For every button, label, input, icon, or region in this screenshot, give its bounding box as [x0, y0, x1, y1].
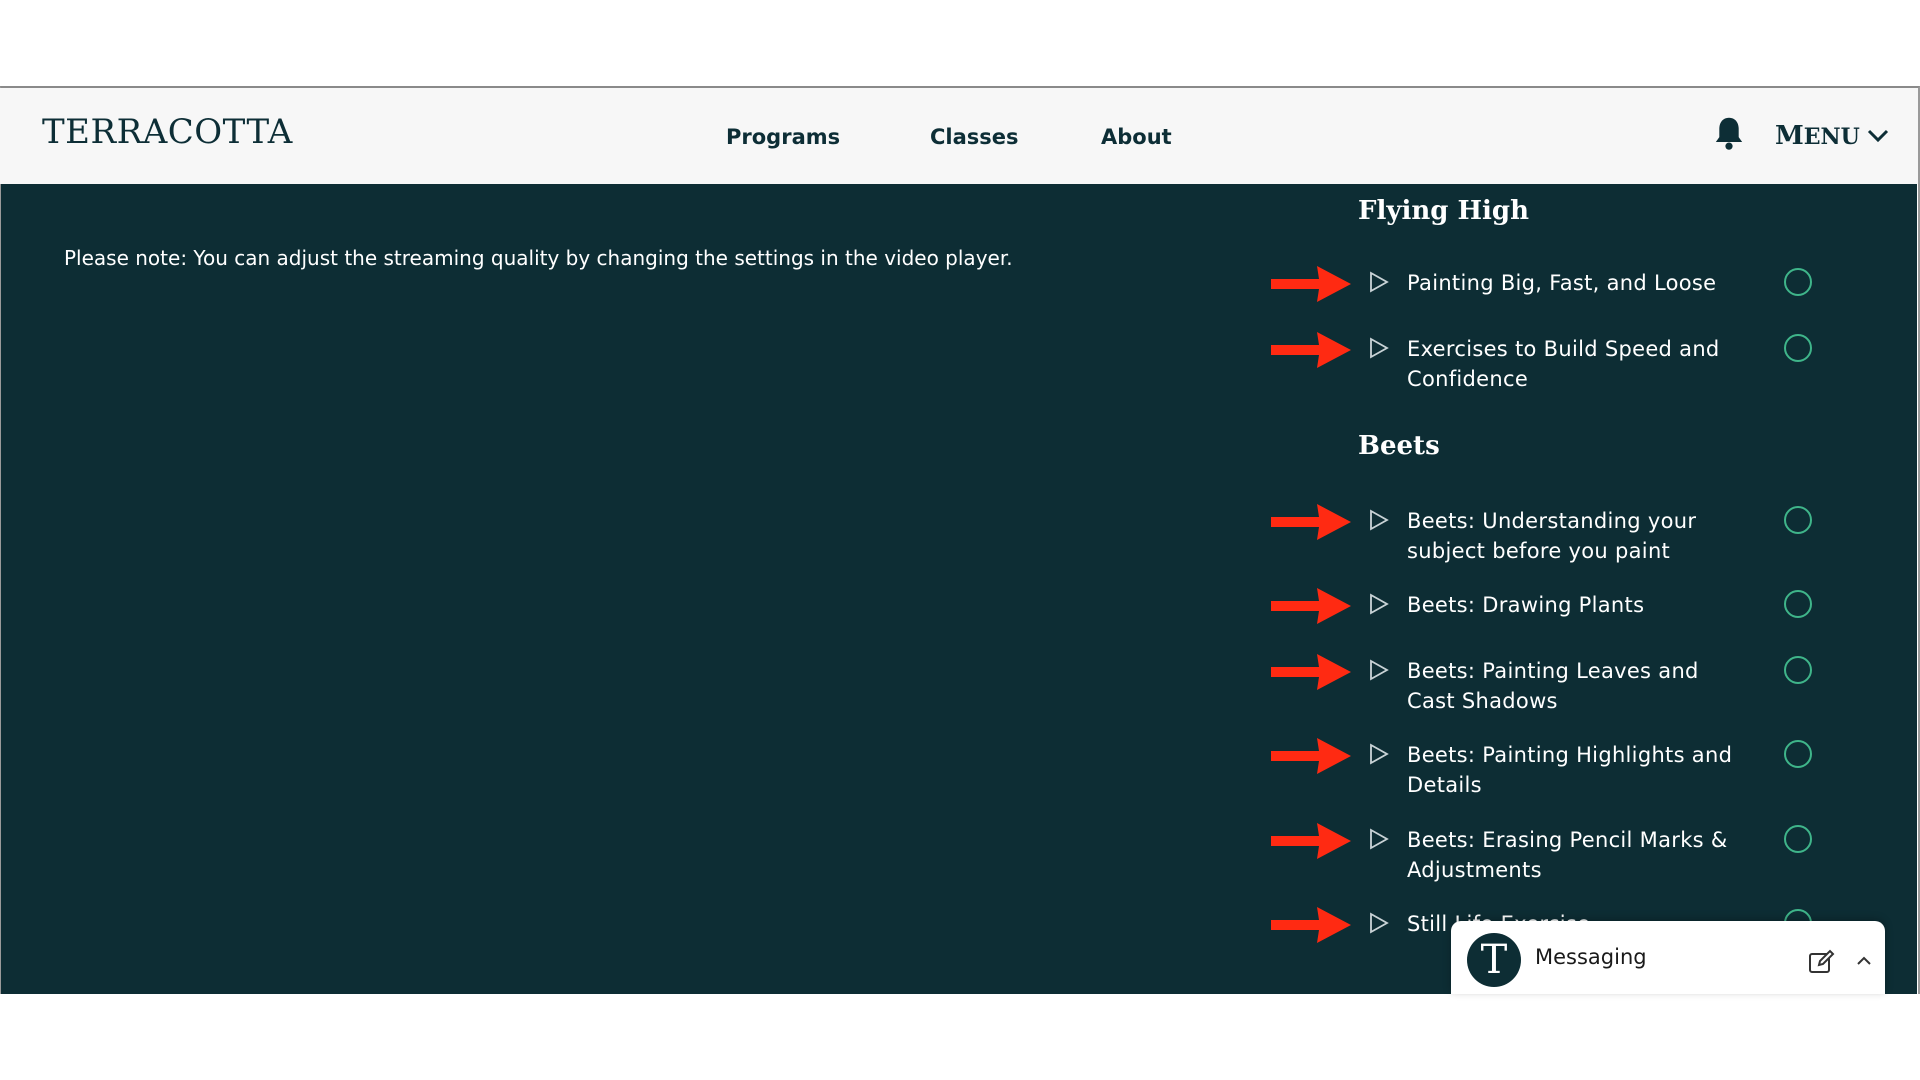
section-title: Beets [1358, 431, 1440, 461]
lesson-title-line: Details [1407, 773, 1482, 797]
play-icon[interactable] [1368, 508, 1390, 532]
red-arrow-icon [1271, 504, 1351, 540]
lesson-title[interactable]: Exercises to Build Speed and Confidence [1407, 334, 1737, 394]
red-arrow-icon [1271, 654, 1351, 690]
site-logo[interactable]: TERRACOTTA [42, 112, 293, 152]
lesson-title[interactable]: Beets: Painting Leaves and Cast Shadows [1407, 656, 1737, 716]
compose-icon[interactable] [1808, 949, 1836, 975]
lesson-title-line: Beets: Painting Highlights and [1407, 743, 1733, 767]
play-icon[interactable] [1368, 911, 1390, 935]
top-navigation-bar: TERRACOTTA Programs Classes About MENU [0, 88, 1918, 184]
lesson-title[interactable]: Beets: Drawing Plants [1407, 590, 1737, 620]
red-arrow-icon [1271, 332, 1351, 368]
red-arrow-icon [1271, 907, 1351, 943]
menu-button[interactable]: MENU [1775, 121, 1890, 151]
lesson-content-area: Please note: You can adjust the streamin… [1, 184, 1917, 994]
chevron-down-icon [1867, 129, 1888, 143]
red-arrow-icon [1271, 823, 1351, 859]
lesson-title-line: Painting Big, Fast, and Loose [1407, 271, 1717, 295]
avatar: T [1467, 933, 1521, 987]
section-title: Flying High [1358, 196, 1529, 226]
lesson-title-line: Beets: Drawing Plants [1407, 593, 1645, 617]
menu-label: MENU [1775, 121, 1860, 151]
nav-about[interactable]: About [1101, 125, 1172, 149]
completion-circle[interactable] [1784, 740, 1812, 768]
bell-icon[interactable] [1712, 115, 1746, 151]
play-icon[interactable] [1368, 270, 1390, 294]
play-icon[interactable] [1368, 742, 1390, 766]
messaging-label: Messaging [1535, 945, 1647, 969]
chevron-up-icon[interactable] [1855, 953, 1873, 967]
play-icon[interactable] [1368, 827, 1390, 851]
messaging-widget[interactable]: T Messaging [1451, 921, 1885, 994]
completion-circle[interactable] [1784, 656, 1812, 684]
lesson-title-line: Beets: Erasing Pencil Marks & [1407, 828, 1728, 852]
completion-circle[interactable] [1784, 590, 1812, 618]
play-icon[interactable] [1368, 592, 1390, 616]
nav-classes[interactable]: Classes [930, 125, 1019, 149]
completion-circle[interactable] [1784, 334, 1812, 362]
lesson-title-line: Exercises to Build Speed and [1407, 337, 1720, 361]
red-arrow-icon [1271, 588, 1351, 624]
lesson-title-line: Beets: Painting Leaves and [1407, 659, 1699, 683]
lesson-title-line: Cast Shadows [1407, 689, 1558, 713]
red-arrow-icon [1271, 738, 1351, 774]
lesson-title-line: Beets: Understanding your [1407, 509, 1697, 533]
lesson-title[interactable]: Beets: Painting Highlights and Details [1407, 740, 1737, 800]
play-icon[interactable] [1368, 658, 1390, 682]
completion-circle[interactable] [1784, 825, 1812, 853]
red-arrow-icon [1271, 266, 1351, 302]
lesson-title[interactable]: Painting Big, Fast, and Loose [1407, 268, 1737, 298]
lesson-title[interactable]: Beets: Erasing Pencil Marks & Adjustments [1407, 825, 1737, 885]
lesson-title[interactable]: Beets: Understanding your subject before … [1407, 506, 1737, 566]
play-icon[interactable] [1368, 336, 1390, 360]
completion-circle[interactable] [1784, 268, 1812, 296]
lesson-title-line: Adjustments [1407, 858, 1542, 882]
streaming-quality-note: Please note: You can adjust the streamin… [64, 246, 1013, 270]
nav-programs[interactable]: Programs [726, 125, 840, 149]
lesson-title-line: Confidence [1407, 367, 1529, 391]
completion-circle[interactable] [1784, 506, 1812, 534]
lesson-title-line: subject before you paint [1407, 539, 1671, 563]
